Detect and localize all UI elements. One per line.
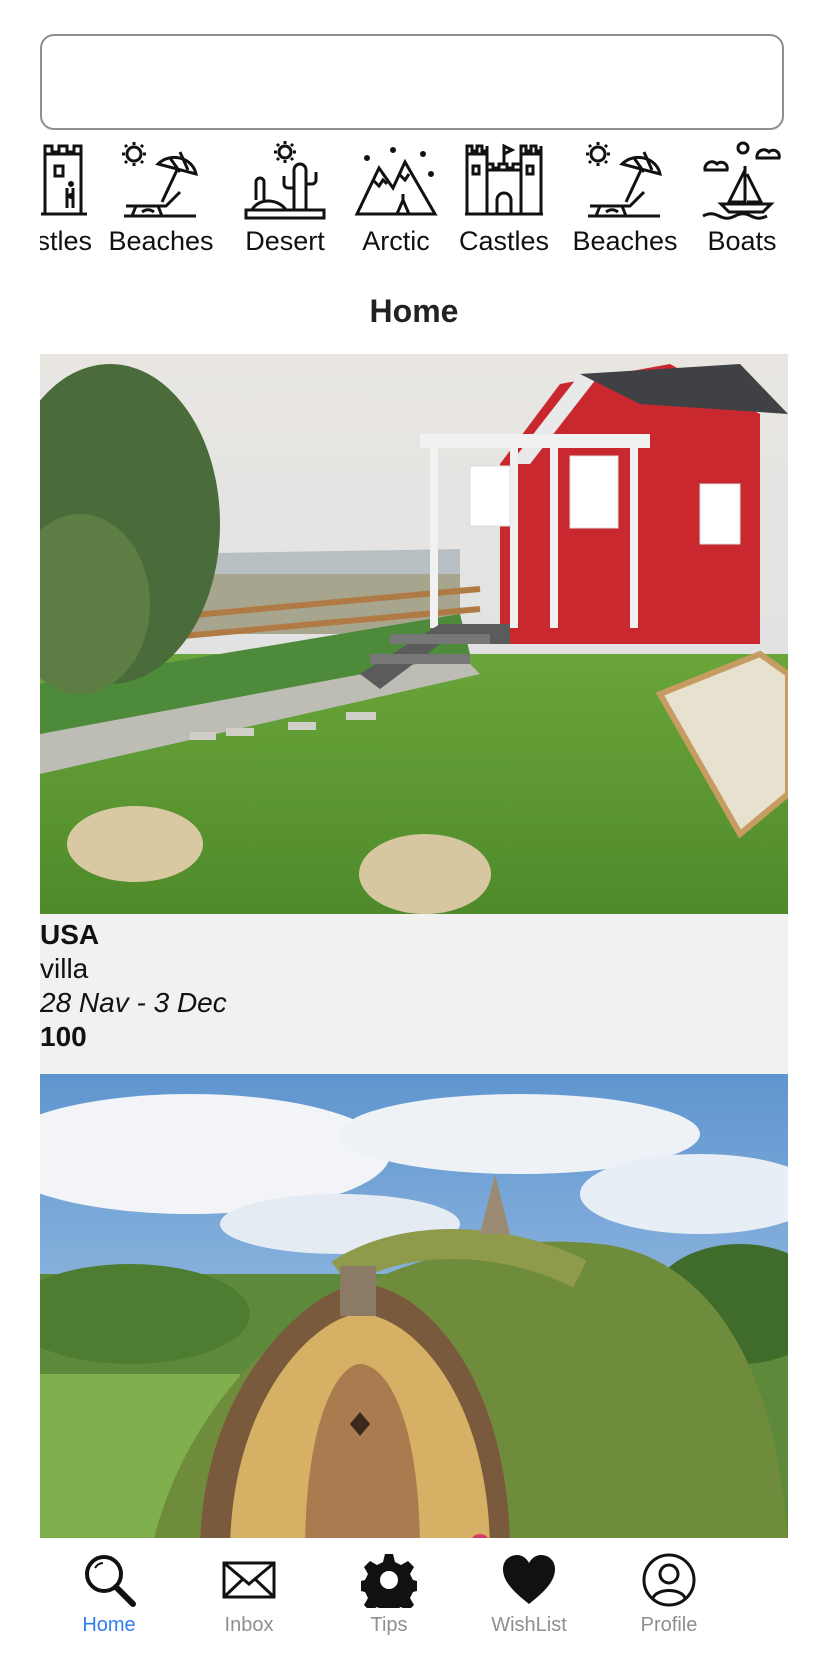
tab-wishlist[interactable]: WishList — [454, 1540, 604, 1658]
listing-country: USA — [40, 919, 100, 950]
user-icon — [642, 1553, 696, 1607]
desert-cactus-icon — [244, 141, 326, 220]
tab-label: Tips — [370, 1614, 408, 1636]
tab-bar: Home Inbox Tips WishList Profile — [40, 1540, 788, 1658]
beach-umbrella-icon — [586, 142, 662, 218]
envelope-icon — [222, 1561, 276, 1599]
category-label: Beaches — [572, 226, 678, 256]
category-boats[interactable]: Boats — [694, 140, 788, 260]
category-arctic[interactable]: Arctic — [346, 140, 446, 260]
category-beaches[interactable]: Beaches — [106, 140, 216, 260]
beach-umbrella-icon — [122, 142, 198, 218]
listing-price: 100 — [40, 1021, 87, 1052]
category-desert[interactable]: Desert — [230, 140, 340, 260]
tab-profile[interactable]: Profile — [594, 1540, 744, 1658]
castle-icon — [465, 143, 543, 216]
mountains-icon — [354, 147, 438, 216]
listing-card[interactable]: USA villa 28 Nav - 3 Dec 100 — [40, 354, 788, 1074]
category-label: Desert — [245, 226, 325, 256]
search-icon — [85, 1555, 136, 1607]
listing-dates: 28 Nav - 3 Dec — [40, 987, 227, 1018]
listing-type: villa — [40, 953, 89, 984]
category-castles-partial[interactable]: stles — [40, 140, 96, 260]
tab-label: WishList — [491, 1614, 567, 1636]
page-title: Home — [369, 293, 459, 329]
tab-label: Home — [82, 1614, 136, 1636]
category-scroller[interactable]: stles Beaches Desert Arctic Castles Beac… — [40, 140, 788, 260]
gear-icon — [361, 1554, 417, 1608]
category-castles[interactable]: Castles — [448, 140, 560, 260]
category-label: stles — [40, 226, 92, 256]
listing-card[interactable] — [40, 1074, 788, 1538]
listing-info: USA villa 28 Nav - 3 Dec 100 — [40, 914, 788, 1074]
tab-label: Profile — [640, 1614, 698, 1636]
search-input[interactable] — [40, 34, 784, 130]
sailboat-icon — [702, 141, 781, 220]
tab-tips[interactable]: Tips — [314, 1540, 464, 1658]
category-label: Beaches — [108, 226, 214, 256]
listing-feed[interactable]: USA villa 28 Nav - 3 Dec 100 — [40, 354, 788, 1538]
tab-inbox[interactable]: Inbox — [174, 1540, 324, 1658]
tab-label: Inbox — [224, 1614, 274, 1636]
red-tiny-house-photo — [40, 354, 788, 914]
castle-icon — [41, 144, 87, 216]
hobbit-house-photo — [40, 1074, 788, 1538]
heart-icon — [503, 1555, 555, 1604]
category-label: Castles — [458, 226, 550, 256]
category-label: Boats — [707, 226, 777, 256]
category-label: Arctic — [362, 226, 430, 256]
tab-home[interactable]: Home — [34, 1540, 184, 1658]
category-beaches[interactable]: Beaches — [560, 140, 690, 260]
